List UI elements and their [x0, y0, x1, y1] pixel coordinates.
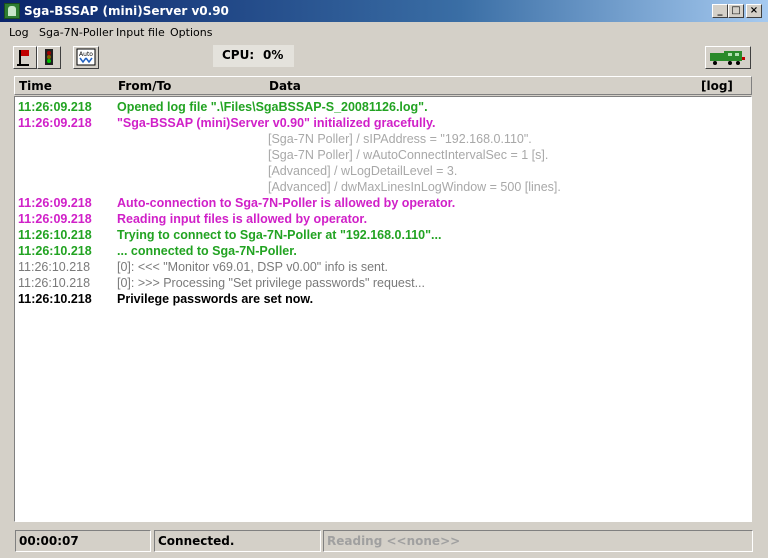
auto-button-label: Auto [79, 51, 93, 58]
column-time[interactable]: Time [19, 79, 52, 93]
app-icon [4, 3, 20, 19]
log-data: [Sga-7N Poller] / sIPAddress = "192.168.… [268, 132, 532, 146]
menu-options[interactable]: Options [170, 26, 212, 39]
status-bar: 00:00:07 Connected. Reading <<none>> [0, 527, 768, 558]
log-message: Trying to connect to Sga-7N-Poller at "1… [117, 228, 442, 242]
title-bar[interactable]: Sga-BSSAP (mini)Server v0.90 _ □ × [0, 0, 768, 22]
log-time: 11:26:09.218 [18, 100, 92, 114]
traffic-light-button[interactable] [37, 46, 61, 69]
log-message: Reading input files is allowed by operat… [117, 212, 368, 226]
log-time: 11:26:09.218 [18, 196, 92, 210]
cpu-indicator: CPU: 0% [213, 45, 294, 67]
log-message: "Sga-BSSAP (mini)Server v0.90" initializ… [117, 116, 436, 130]
status-reading: Reading <<none>> [323, 530, 753, 552]
menu-bar: Log Sga-7N-Poller Input file Options [0, 22, 768, 42]
log-data: [Sga-7N Poller] / wAutoConnectIntervalSe… [268, 148, 549, 162]
log-data: [Advanced] / wLogDetailLevel = 3. [268, 164, 458, 178]
menu-input-file[interactable]: Input file [116, 26, 165, 39]
status-elapsed: 00:00:07 [15, 530, 151, 552]
menu-sga-7n-poller[interactable]: Sga-7N-Poller [39, 26, 113, 39]
log-time: 11:26:10.218 [18, 228, 92, 242]
cpu-value: 0% [263, 48, 284, 62]
log-message: [0]: <<< "Monitor v69.01, DSP v0.00" inf… [117, 260, 388, 274]
log-data: [Advanced] / dwMaxLinesInLogWindow = 500… [268, 180, 561, 194]
column-log[interactable]: [log] [701, 79, 733, 93]
log-time: 11:26:09.218 [18, 212, 92, 226]
status-connection: Connected. [154, 530, 321, 552]
window-title: Sga-BSSAP (mini)Server v0.90 [24, 4, 229, 18]
toolbar: Auto [0, 42, 768, 72]
log-time: 11:26:10.218 [18, 260, 91, 274]
log-message: ... connected to Sga-7N-Poller. [117, 244, 297, 258]
column-from-to[interactable]: From/To [118, 79, 171, 93]
minimize-button[interactable]: _ [712, 4, 728, 18]
maximize-button[interactable]: □ [728, 4, 744, 18]
close-button[interactable]: × [746, 4, 762, 18]
log-message: [0]: >>> Processing "Set privilege passw… [117, 276, 425, 290]
traffic-light-icon [45, 49, 53, 65]
log-message: Privilege passwords are set now. [117, 292, 314, 306]
log-column-header: Time From/To Data [log] [14, 76, 752, 95]
log-time: 11:26:10.218 [18, 276, 91, 290]
log-time: 11:26:09.218 [18, 116, 92, 130]
log-message: Opened log file ".\Files\SgaBSSAP-S_2008… [117, 100, 428, 114]
menu-log[interactable]: Log [9, 26, 29, 39]
flag-button[interactable] [13, 46, 37, 69]
column-data[interactable]: Data [269, 79, 301, 93]
auto-button[interactable]: Auto [73, 46, 99, 69]
log-time: 11:26:10.218 [18, 244, 92, 258]
flag-icon [17, 50, 29, 66]
cpu-label: CPU: [222, 48, 255, 62]
train-button[interactable] [705, 46, 751, 69]
train-icon [710, 51, 745, 65]
log-message: Auto-connection to Sga-7N-Poller is allo… [117, 196, 456, 210]
log-time: 11:26:10.218 [18, 292, 92, 306]
log-window[interactable]: 11:26:09.218 Opened log file ".\Files\Sga… [14, 96, 752, 522]
auto-button-icon: Auto [76, 48, 96, 66]
